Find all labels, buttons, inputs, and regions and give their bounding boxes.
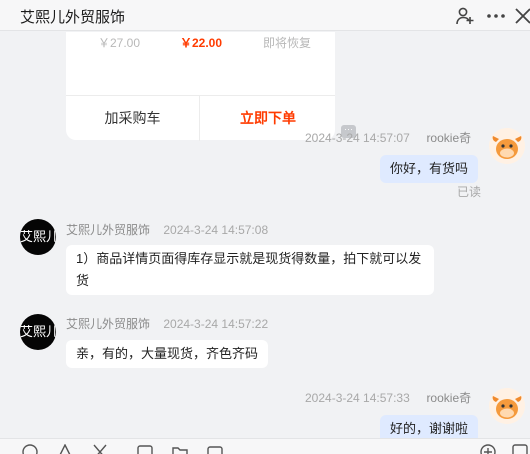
cow-avatar-icon — [489, 128, 525, 164]
shop-avatar[interactable]: 艾熙儿 — [20, 314, 56, 350]
read-status: 已读 — [457, 185, 482, 199]
original-price: ￥27.00 — [98, 36, 141, 50]
sale-price: ￥22.00 — [180, 36, 223, 50]
add-contact-icon[interactable] — [455, 6, 475, 26]
shop-avatar[interactable]: 艾熙儿 — [20, 219, 56, 255]
sender-name: 艾熙儿外贸服饰 — [66, 317, 151, 331]
message-time: 2024-3-24 14:57:33 — [305, 391, 410, 405]
card-actions: 加采购车 立即下单 — [66, 95, 335, 141]
panel-icon[interactable] — [512, 444, 528, 454]
folder-icon[interactable] — [172, 444, 188, 454]
scissors-icon[interactable] — [92, 444, 108, 454]
avatar[interactable] — [489, 388, 525, 424]
close-icon[interactable] — [513, 6, 530, 26]
add-to-cart-button[interactable]: 加采购车 — [66, 96, 200, 141]
stock-note: 即将恢复 — [263, 36, 312, 50]
sender-name: rookie奇 — [426, 131, 472, 145]
input-toolbar — [0, 438, 530, 454]
more-icon[interactable] — [486, 6, 506, 26]
chat-header: 艾熙儿外贸服饰 — [0, 0, 530, 31]
avatar[interactable] — [489, 128, 525, 164]
add-icon[interactable] — [480, 444, 496, 454]
warning-icon[interactable] — [57, 444, 73, 454]
sender-name: rookie奇 — [426, 391, 472, 405]
message-list[interactable]: ￥27.00 ￥22.00 即将恢复 加采购车 立即下单 ··· 2024-3-… — [0, 32, 530, 438]
video-icon[interactable] — [207, 444, 223, 454]
sender-name: 艾熙儿外贸服饰 — [66, 223, 151, 237]
product-card: ￥27.00 ￥22.00 即将恢复 加采购车 立即下单 — [66, 32, 335, 141]
message-meta: 2024-3-24 14:57:07 rookie奇 — [305, 129, 471, 146]
message-bubble[interactable]: 亲，有的，大量现货，齐色齐码 — [66, 340, 269, 368]
message-time: 2024-3-24 14:57:22 — [163, 317, 269, 331]
message-bubble[interactable]: 你好，有货吗 — [380, 155, 479, 183]
message-bubble[interactable]: 1）商品详情页面得库存显示就是现货得数量，拍下就可以发货 — [66, 245, 434, 295]
message-meta: 艾熙儿外贸服饰 2024-3-24 14:57:22 — [66, 315, 268, 332]
message-bubble[interactable]: 好的，谢谢啦 — [380, 415, 479, 438]
message-time: 2024-3-24 14:57:08 — [163, 223, 269, 237]
price-row: ￥27.00 ￥22.00 即将恢复 — [66, 34, 335, 56]
image-icon[interactable] — [137, 444, 153, 454]
message-meta: 艾熙儿外贸服饰 2024-3-24 14:57:08 — [66, 221, 268, 238]
cow-avatar-icon — [489, 388, 525, 424]
chat-title: 艾熙儿外贸服饰 — [20, 9, 126, 26]
emoji-icon[interactable] — [22, 444, 38, 454]
message-time: 2024-3-24 14:57:07 — [305, 131, 410, 145]
message-meta: 2024-3-24 14:57:33 rookie奇 — [305, 389, 471, 406]
